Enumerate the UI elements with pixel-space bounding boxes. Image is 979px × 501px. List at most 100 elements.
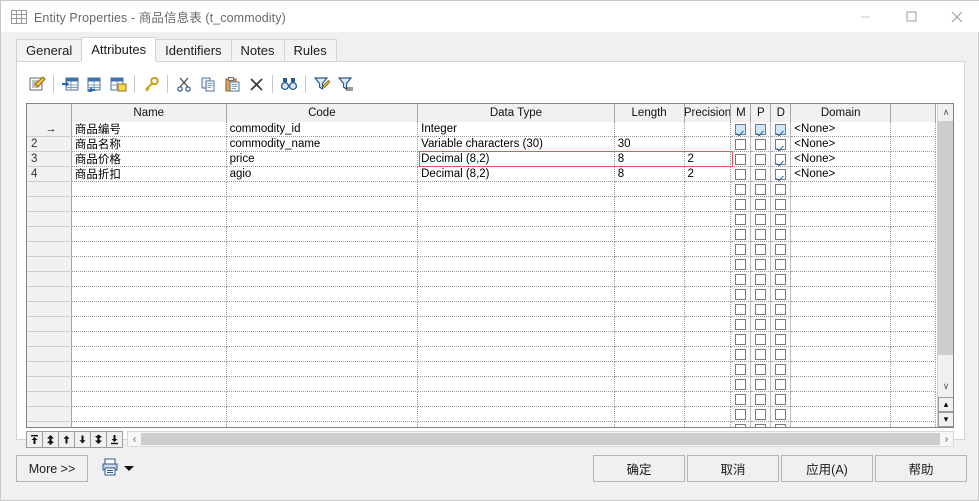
checkbox-d[interactable] [775, 288, 787, 300]
checkbox-p[interactable] [755, 393, 767, 405]
cell-d[interactable] [771, 407, 792, 422]
checkbox-m[interactable] [735, 138, 747, 150]
cell-domain[interactable] [791, 407, 892, 422]
checkbox-d[interactable] [775, 258, 787, 270]
grid-header-precision[interactable]: Precision [684, 104, 732, 122]
checkbox-p[interactable] [755, 303, 767, 315]
cell-datatype[interactable] [418, 302, 615, 317]
cell-name[interactable] [71, 392, 227, 407]
cell-m[interactable] [731, 122, 752, 137]
checkbox-p[interactable] [755, 363, 767, 375]
cell-precision[interactable]: 2 [684, 167, 732, 182]
checkbox-m[interactable] [735, 153, 747, 165]
cancel-button[interactable]: 取消 [687, 455, 779, 482]
cell-m[interactable] [731, 287, 752, 302]
grid-empty-row[interactable] [27, 197, 936, 212]
paste-icon[interactable] [220, 72, 244, 96]
checkbox-m[interactable] [735, 378, 747, 390]
cell-datatype[interactable]: Decimal (8,2) [418, 167, 615, 182]
checkbox-d[interactable] [775, 408, 787, 420]
cell-datatype[interactable] [418, 182, 615, 197]
cell-d[interactable] [771, 182, 792, 197]
cell-spare[interactable] [891, 332, 936, 347]
cell-datatype[interactable] [418, 257, 615, 272]
cell-name[interactable] [71, 287, 227, 302]
cell-name[interactable] [71, 407, 227, 422]
cell-precision[interactable] [684, 407, 732, 422]
cell-domain[interactable] [791, 272, 892, 287]
cell-rownum[interactable] [27, 257, 72, 272]
cell-d[interactable] [771, 332, 792, 347]
cell-code[interactable]: commodity_name [226, 137, 419, 152]
cell-spare[interactable] [891, 257, 936, 272]
cell-domain[interactable] [791, 182, 892, 197]
cell-rownum[interactable] [27, 347, 72, 362]
cell-spare[interactable] [891, 392, 936, 407]
cell-d[interactable] [771, 347, 792, 362]
cell-p[interactable] [751, 407, 772, 422]
checkbox-p[interactable] [755, 273, 767, 285]
table-row[interactable]: → 商品编号 commodity_id Integer <None> [27, 122, 936, 137]
cell-rownum[interactable] [27, 212, 72, 227]
cell-p[interactable] [751, 242, 772, 257]
cell-p[interactable] [751, 377, 772, 392]
cell-name[interactable]: 商品折扣 [71, 167, 227, 182]
checkbox-d[interactable] [775, 123, 787, 135]
cell-rownum[interactable] [27, 182, 72, 197]
cell-m[interactable] [731, 212, 752, 227]
cell-m[interactable] [731, 362, 752, 377]
checkbox-p[interactable] [755, 288, 767, 300]
checkbox-m[interactable] [735, 228, 747, 240]
hscroll-left-button[interactable]: ‹ [128, 432, 141, 446]
cell-spare[interactable] [891, 347, 936, 362]
cell-length[interactable] [614, 362, 685, 377]
cell-name[interactable] [71, 227, 227, 242]
cell-domain[interactable] [791, 227, 892, 242]
cell-datatype[interactable] [418, 242, 615, 257]
cell-m[interactable] [731, 167, 752, 182]
cell-d[interactable] [771, 197, 792, 212]
cell-precision[interactable] [684, 212, 732, 227]
checkbox-m[interactable] [735, 303, 747, 315]
grid-empty-row[interactable] [27, 242, 936, 257]
caret-down-icon[interactable] [124, 466, 134, 471]
cell-length[interactable] [614, 317, 685, 332]
cell-length[interactable] [614, 197, 685, 212]
grid-empty-row[interactable] [27, 212, 936, 227]
cell-rownum[interactable] [27, 227, 72, 242]
cell-length[interactable] [614, 227, 685, 242]
checkbox-d[interactable] [775, 393, 787, 405]
checkbox-p[interactable] [755, 123, 767, 135]
cell-spare[interactable] [891, 152, 936, 167]
cell-datatype[interactable]: Variable characters (30) [418, 137, 615, 152]
checkbox-p[interactable] [755, 228, 767, 240]
grid-empty-row[interactable] [27, 347, 936, 362]
grid-empty-row[interactable] [27, 287, 936, 302]
cell-p[interactable] [751, 182, 772, 197]
cell-name[interactable] [71, 347, 227, 362]
grid-empty-row[interactable] [27, 272, 936, 287]
cell-spare[interactable] [891, 227, 936, 242]
cell-p[interactable] [751, 317, 772, 332]
grid-horizontal-scrollbar[interactable]: ‹ › [127, 431, 954, 447]
grid-empty-row[interactable] [27, 227, 936, 242]
cell-precision[interactable] [684, 272, 732, 287]
cell-code[interactable]: commodity_id [226, 122, 419, 137]
checkbox-m[interactable] [735, 318, 747, 330]
cell-p[interactable] [751, 272, 772, 287]
vscroll-thumb[interactable] [938, 121, 953, 355]
add-object-icon[interactable] [106, 72, 130, 96]
cell-name[interactable] [71, 212, 227, 227]
cell-domain[interactable] [791, 242, 892, 257]
cell-rownum[interactable] [27, 302, 72, 317]
cell-rownum[interactable] [27, 242, 72, 257]
cell-length[interactable]: 8 [614, 167, 685, 182]
find-icon[interactable] [277, 72, 301, 96]
tab-attributes[interactable]: Attributes [81, 37, 157, 61]
cell-code[interactable] [226, 182, 419, 197]
move-to-bottom-button[interactable] [106, 430, 123, 448]
checkbox-m[interactable] [735, 363, 747, 375]
checkbox-m[interactable] [735, 348, 747, 360]
cell-d[interactable] [771, 377, 792, 392]
cell-rownum[interactable] [27, 362, 72, 377]
